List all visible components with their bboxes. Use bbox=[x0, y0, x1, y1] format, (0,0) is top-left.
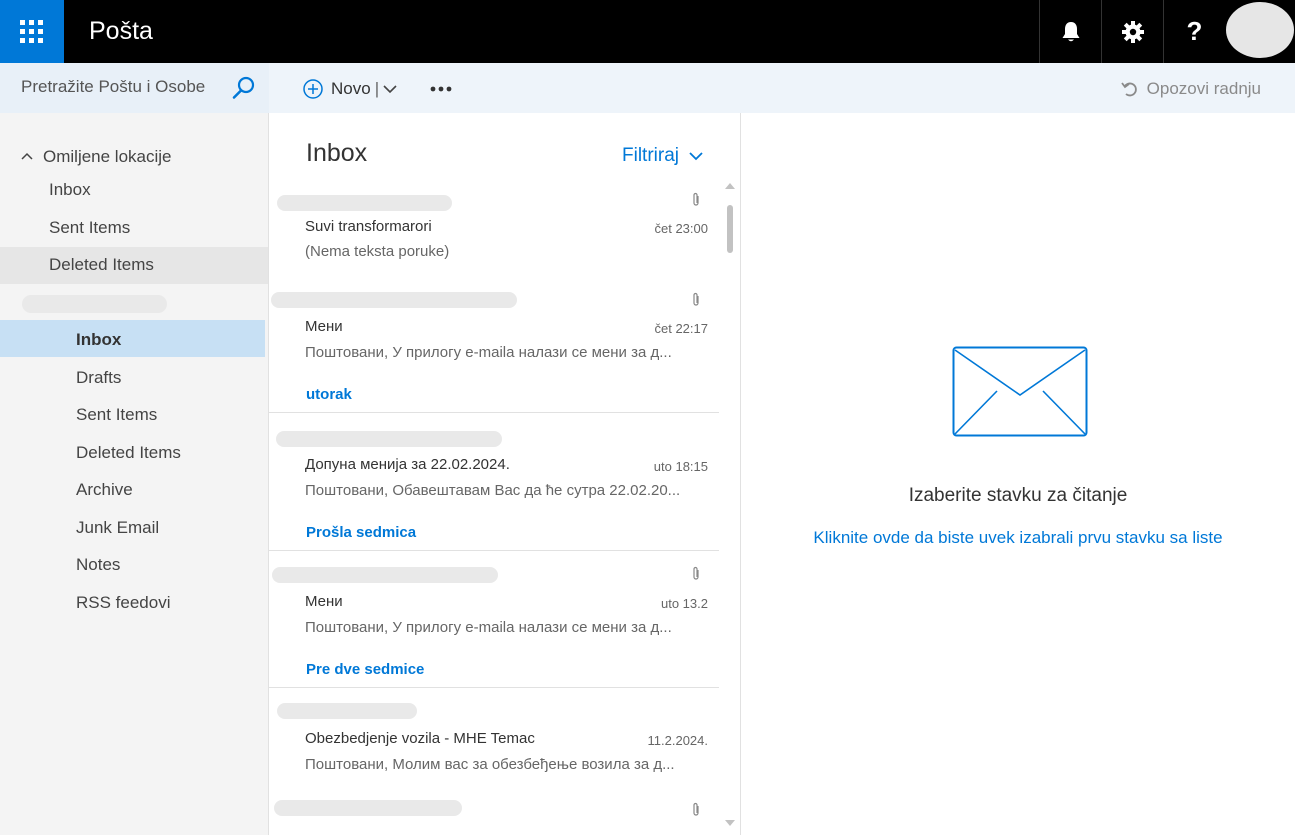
message-subject: Мени bbox=[305, 593, 343, 610]
message-preview: (Nema teksta poruke) bbox=[305, 243, 450, 260]
filter-label: Filtriraj bbox=[622, 145, 679, 166]
undo-button[interactable]: Opozovi radnju bbox=[1120, 77, 1261, 101]
folder-sent-items[interactable]: Sent Items bbox=[76, 404, 157, 426]
folder-pane: Omiljene lokacije Inbox Sent Items Delet… bbox=[0, 113, 269, 835]
divider bbox=[269, 687, 719, 688]
folder-deleted-items[interactable]: Deleted Items bbox=[76, 442, 181, 464]
message-time: 11.2.2024. bbox=[647, 733, 708, 748]
paperclip-icon bbox=[693, 192, 699, 206]
search-box bbox=[0, 63, 269, 113]
help-button[interactable]: ? bbox=[1163, 0, 1225, 63]
group-header-tuesday: utorak bbox=[306, 386, 352, 403]
bell-icon bbox=[1062, 21, 1079, 41]
filter-button[interactable]: Filtriraj bbox=[622, 145, 703, 167]
sender-redacted bbox=[274, 800, 462, 816]
message-time: uto 18:15 bbox=[653, 459, 708, 474]
sender-redacted bbox=[272, 567, 498, 583]
sender-redacted bbox=[277, 195, 452, 211]
message-preview: Поштовани, Обавештавам Вас да ће сутра 2… bbox=[305, 482, 681, 499]
ellipsis-icon bbox=[430, 86, 452, 92]
list-title: Inbox bbox=[306, 139, 368, 167]
chevron-down-icon[interactable] bbox=[383, 84, 397, 94]
chevron-up-icon[interactable] bbox=[21, 152, 33, 160]
account-name-redacted[interactable] bbox=[22, 295, 167, 313]
sender-redacted bbox=[271, 292, 517, 308]
command-bar: Novo | Opozovi radnju bbox=[269, 63, 1295, 113]
folder-notes[interactable]: Notes bbox=[76, 554, 120, 576]
folder-inbox[interactable]: Inbox bbox=[76, 329, 121, 351]
scrollbar[interactable] bbox=[724, 183, 736, 833]
group-header-last-week: Prošla sedmica bbox=[306, 524, 417, 541]
message-preview: Поштовани, Молим вас за обезбеђење возил… bbox=[305, 756, 675, 773]
search-input[interactable] bbox=[21, 77, 221, 97]
group-header-two-weeks-ago: Pre dve sedmice bbox=[306, 661, 425, 678]
undo-label: Opozovi radnju bbox=[1146, 79, 1261, 98]
plus-circle-icon bbox=[303, 79, 323, 99]
paperclip-icon bbox=[693, 802, 699, 816]
top-bar: Pošta ? bbox=[0, 0, 1295, 63]
new-separator: | bbox=[374, 79, 380, 98]
favorite-inbox[interactable]: Inbox bbox=[49, 179, 91, 201]
message-preview: Поштовани, У прилогу e-maila налази се м… bbox=[305, 344, 672, 361]
reading-pane: Izaberite stavku za čitanje Kliknite ovd… bbox=[741, 113, 1295, 835]
select-first-item-link[interactable]: Kliknite ovde da biste uvek izabrali prv… bbox=[741, 528, 1295, 548]
folder-drafts[interactable]: Drafts bbox=[76, 367, 121, 389]
favorite-deleted-items[interactable]: Deleted Items bbox=[49, 254, 154, 276]
reading-pane-title: Izaberite stavku za čitanje bbox=[908, 485, 1128, 506]
chevron-down-icon bbox=[689, 152, 703, 161]
settings-button[interactable] bbox=[1101, 0, 1163, 63]
folder-rss-feeds[interactable]: RSS feedovi bbox=[76, 592, 171, 614]
paperclip-icon bbox=[693, 566, 699, 580]
favorites-header[interactable]: Omiljene lokacije bbox=[43, 146, 172, 168]
new-message-label: Novo bbox=[331, 79, 371, 98]
avatar[interactable] bbox=[1226, 2, 1294, 58]
folder-archive[interactable]: Archive bbox=[76, 479, 133, 501]
undo-icon bbox=[1120, 82, 1137, 97]
notifications-button[interactable] bbox=[1039, 0, 1101, 63]
new-message-button[interactable]: Novo | bbox=[303, 77, 397, 101]
message-subject: Допуна менија за 22.02.2024. bbox=[305, 456, 510, 473]
message-subject: Suvi transformarori bbox=[305, 218, 432, 235]
message-subject: Мени bbox=[305, 318, 343, 335]
message-time: čet 22:17 bbox=[654, 321, 709, 336]
scroll-down-icon[interactable] bbox=[725, 820, 735, 826]
message-list: Inbox Filtriraj Suvi transformarori čet … bbox=[269, 113, 741, 835]
gear-icon bbox=[1121, 20, 1144, 43]
scroll-up-icon[interactable] bbox=[725, 183, 735, 189]
message-subject: Obezbedjenje vozila - MHE Temac bbox=[305, 730, 535, 747]
favorite-sent-items[interactable]: Sent Items bbox=[49, 217, 130, 239]
envelope-icon bbox=[952, 346, 1088, 437]
divider bbox=[269, 550, 719, 551]
app-launcher-button[interactable] bbox=[0, 0, 64, 63]
help-icon: ? bbox=[1186, 16, 1203, 46]
message-time: čet 23:00 bbox=[654, 221, 709, 236]
divider bbox=[269, 412, 719, 413]
more-options-button[interactable] bbox=[429, 77, 453, 101]
folder-junk-email[interactable]: Junk Email bbox=[76, 517, 159, 539]
app-title: Pošta bbox=[89, 17, 153, 45]
sender-redacted bbox=[277, 703, 417, 719]
sender-redacted bbox=[276, 431, 502, 447]
scroll-thumb[interactable] bbox=[727, 205, 733, 253]
message-time: uto 13.2 bbox=[661, 596, 708, 611]
folder-inbox-row[interactable] bbox=[0, 320, 265, 357]
app-launcher-icon bbox=[20, 19, 43, 43]
paperclip-icon bbox=[693, 292, 699, 306]
message-preview: Поштовани, У прилогу e-maila налази се м… bbox=[305, 619, 672, 636]
search-icon[interactable] bbox=[232, 76, 256, 100]
